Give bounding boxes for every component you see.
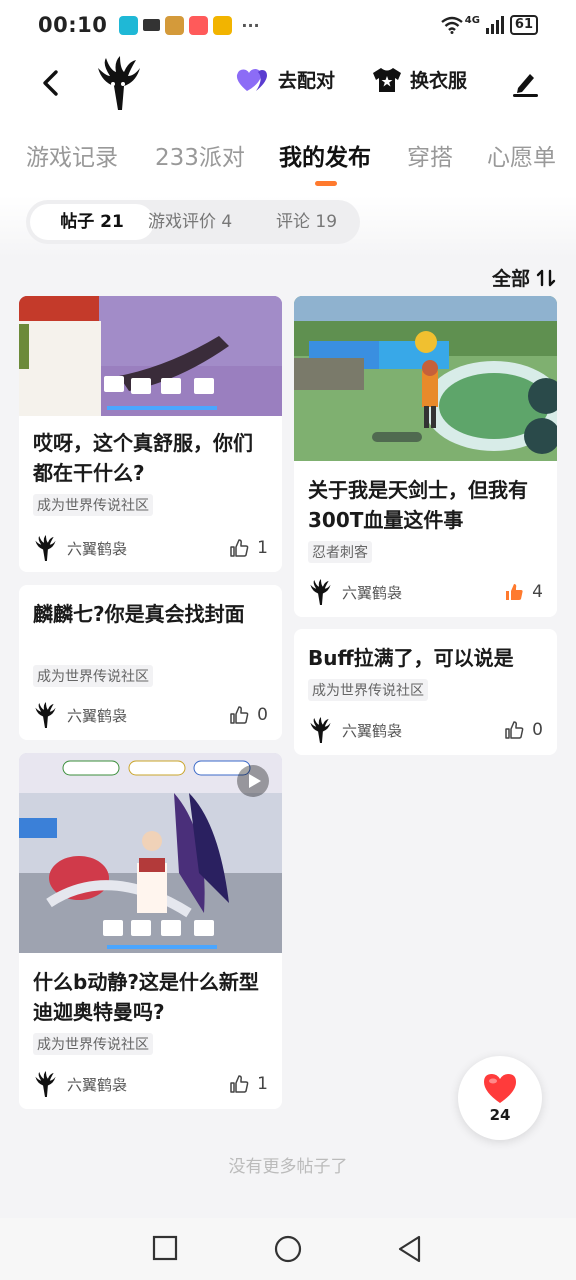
thumbs-up-icon xyxy=(230,539,249,557)
heart-icon xyxy=(484,1074,516,1103)
video-icon xyxy=(143,19,161,31)
filter-game-reviews[interactable]: 游戏评价 4 xyxy=(148,204,232,240)
community-tag[interactable]: 忍者刺客 xyxy=(308,541,372,563)
profile-tabs: 游戏记录 233派对 我的发布 穿搭 心愿单 xyxy=(0,120,576,196)
thumbs-up-filled-icon xyxy=(506,584,523,600)
system-nav-bar xyxy=(0,1218,576,1280)
network-type: 4G xyxy=(464,15,480,26)
post-card[interactable]: 关于我是天剑士，但我有300T血量这件事 忍者刺客 六翼鹤袅 4 xyxy=(294,296,557,617)
top-header: 去配对 换衣服 xyxy=(0,50,576,120)
thumbs-up-icon xyxy=(505,721,524,739)
post-thumbnail xyxy=(19,296,282,416)
status-time: 00:10 xyxy=(38,13,108,37)
author-avatar xyxy=(35,535,56,561)
post-title: 什么b动静?这是什么新型迪迦奥特曼吗? xyxy=(33,970,259,1024)
community-tag[interactable]: 成为世界传说社区 xyxy=(33,1033,153,1055)
post-footer: 六翼鹤袅 0 xyxy=(33,701,268,729)
like-count: 0 xyxy=(257,705,268,725)
thumbs-up-icon xyxy=(230,1075,249,1093)
no-more-posts-text: 没有更多帖子了 xyxy=(228,1157,348,1177)
author-avatar xyxy=(310,717,331,743)
like-button[interactable]: 0 xyxy=(504,720,543,740)
author-name: 六翼鹤袅 xyxy=(342,583,403,602)
author-name: 六翼鹤袅 xyxy=(67,539,128,558)
post-footer: 六翼鹤袅 1 xyxy=(33,534,268,562)
post-footer: 六翼鹤袅 4 xyxy=(308,578,543,606)
tab-game-records[interactable]: 游戏记录 xyxy=(26,138,118,172)
post-footer: 六翼鹤袅 0 xyxy=(308,716,543,744)
author-name: 六翼鹤袅 xyxy=(67,706,128,725)
notification-icons: ··· xyxy=(119,15,260,35)
community-tag[interactable]: 成为世界传说社区 xyxy=(33,665,153,687)
game-app-icon xyxy=(165,15,185,35)
change-outfit-button[interactable]: 换衣服 xyxy=(372,66,467,93)
like-button[interactable]: 1 xyxy=(229,538,268,558)
play-video-icon[interactable] xyxy=(237,765,269,797)
wifi-icon xyxy=(440,16,463,34)
like-count: 1 xyxy=(257,538,268,558)
like-button[interactable]: 1 xyxy=(229,1074,268,1094)
like-button[interactable]: 0 xyxy=(229,705,268,725)
sort-dropdown[interactable]: 全部 xyxy=(492,264,556,291)
tab-wishlist[interactable]: 心愿单 xyxy=(487,138,556,172)
bilibili-icon xyxy=(119,15,139,35)
author-name: 六翼鹤袅 xyxy=(342,721,403,740)
battery-icon: 61 xyxy=(509,15,538,35)
post-type-filter: 帖子 21 游戏评价 4 评论 19 xyxy=(26,200,360,244)
thumbs-up-icon xyxy=(230,706,249,724)
home-icon[interactable] xyxy=(274,1235,302,1263)
like-count: 1 xyxy=(257,1074,268,1094)
active-tab-indicator xyxy=(315,181,337,186)
sort-label: 全部 xyxy=(491,268,530,290)
favorite-fab[interactable]: 24 xyxy=(458,1056,542,1140)
author-avatar xyxy=(35,702,56,728)
status-bar: 00:10 ··· 4G 61 xyxy=(0,0,576,50)
post-card[interactable]: 哎呀，这个真舒服，你们都在干什么? 成为世界传说社区 六翼鹤袅 1 xyxy=(19,296,282,572)
like-button[interactable]: 4 xyxy=(504,582,543,602)
edit-icon[interactable] xyxy=(510,68,540,98)
tab-233-party[interactable]: 233派对 xyxy=(155,138,245,172)
back-icon[interactable] xyxy=(38,68,64,98)
recents-icon[interactable] xyxy=(152,1235,178,1261)
favorite-count: 24 xyxy=(489,1106,511,1124)
like-count: 0 xyxy=(532,720,543,740)
post-title: Buff拉满了，可以说是 xyxy=(308,646,514,670)
like-count: 4 xyxy=(532,582,543,602)
back-nav-icon[interactable] xyxy=(397,1235,423,1263)
post-card[interactable]: 什么b动静?这是什么新型迪迦奥特曼吗? 成为世界传说社区 六翼鹤袅 1 xyxy=(19,753,282,1109)
post-footer: 六翼鹤袅 1 xyxy=(33,1070,268,1098)
signal-icon xyxy=(485,16,504,34)
community-tag[interactable]: 成为世界传说社区 xyxy=(33,494,153,516)
more-notifications: ··· xyxy=(241,15,260,35)
sort-icon xyxy=(536,269,556,286)
match-button[interactable]: 去配对 xyxy=(236,66,335,93)
community-tag[interactable]: 成为世界传说社区 xyxy=(308,679,428,701)
tab-outfits[interactable]: 穿搭 xyxy=(407,138,453,172)
post-card[interactable]: 麟麟七?你是真会找封面 成为世界传说社区 六翼鹤袅 0 xyxy=(19,585,282,740)
change-outfit-label: 换衣服 xyxy=(410,70,468,92)
filter-comments[interactable]: 评论 19 xyxy=(276,204,337,240)
post-title: 麟麟七?你是真会找封面 xyxy=(33,602,245,626)
game2-app-icon xyxy=(213,15,233,35)
post-thumbnail xyxy=(294,296,557,461)
avatar[interactable] xyxy=(94,56,142,110)
post-title: 关于我是天剑士，但我有300T血量这件事 xyxy=(308,478,528,532)
author-avatar xyxy=(310,579,331,605)
filter-posts[interactable]: 帖子 21 xyxy=(30,204,154,240)
shirt-icon xyxy=(373,67,401,92)
author-avatar xyxy=(35,1071,56,1097)
match-label: 去配对 xyxy=(278,70,336,92)
post-thumbnail xyxy=(19,753,282,953)
author-name: 六翼鹤袅 xyxy=(67,1075,128,1094)
post-title: 哎呀，这个真舒服，你们都在干什么? xyxy=(33,431,253,485)
post-card[interactable]: Buff拉满了，可以说是 成为世界传说社区 六翼鹤袅 0 xyxy=(294,629,557,755)
shop-app-icon xyxy=(189,15,209,35)
hearts-icon xyxy=(236,68,267,91)
filter-bar: 帖子 21 游戏评价 4 评论 19 xyxy=(0,196,576,258)
tab-my-posts[interactable]: 我的发布 xyxy=(279,138,371,172)
